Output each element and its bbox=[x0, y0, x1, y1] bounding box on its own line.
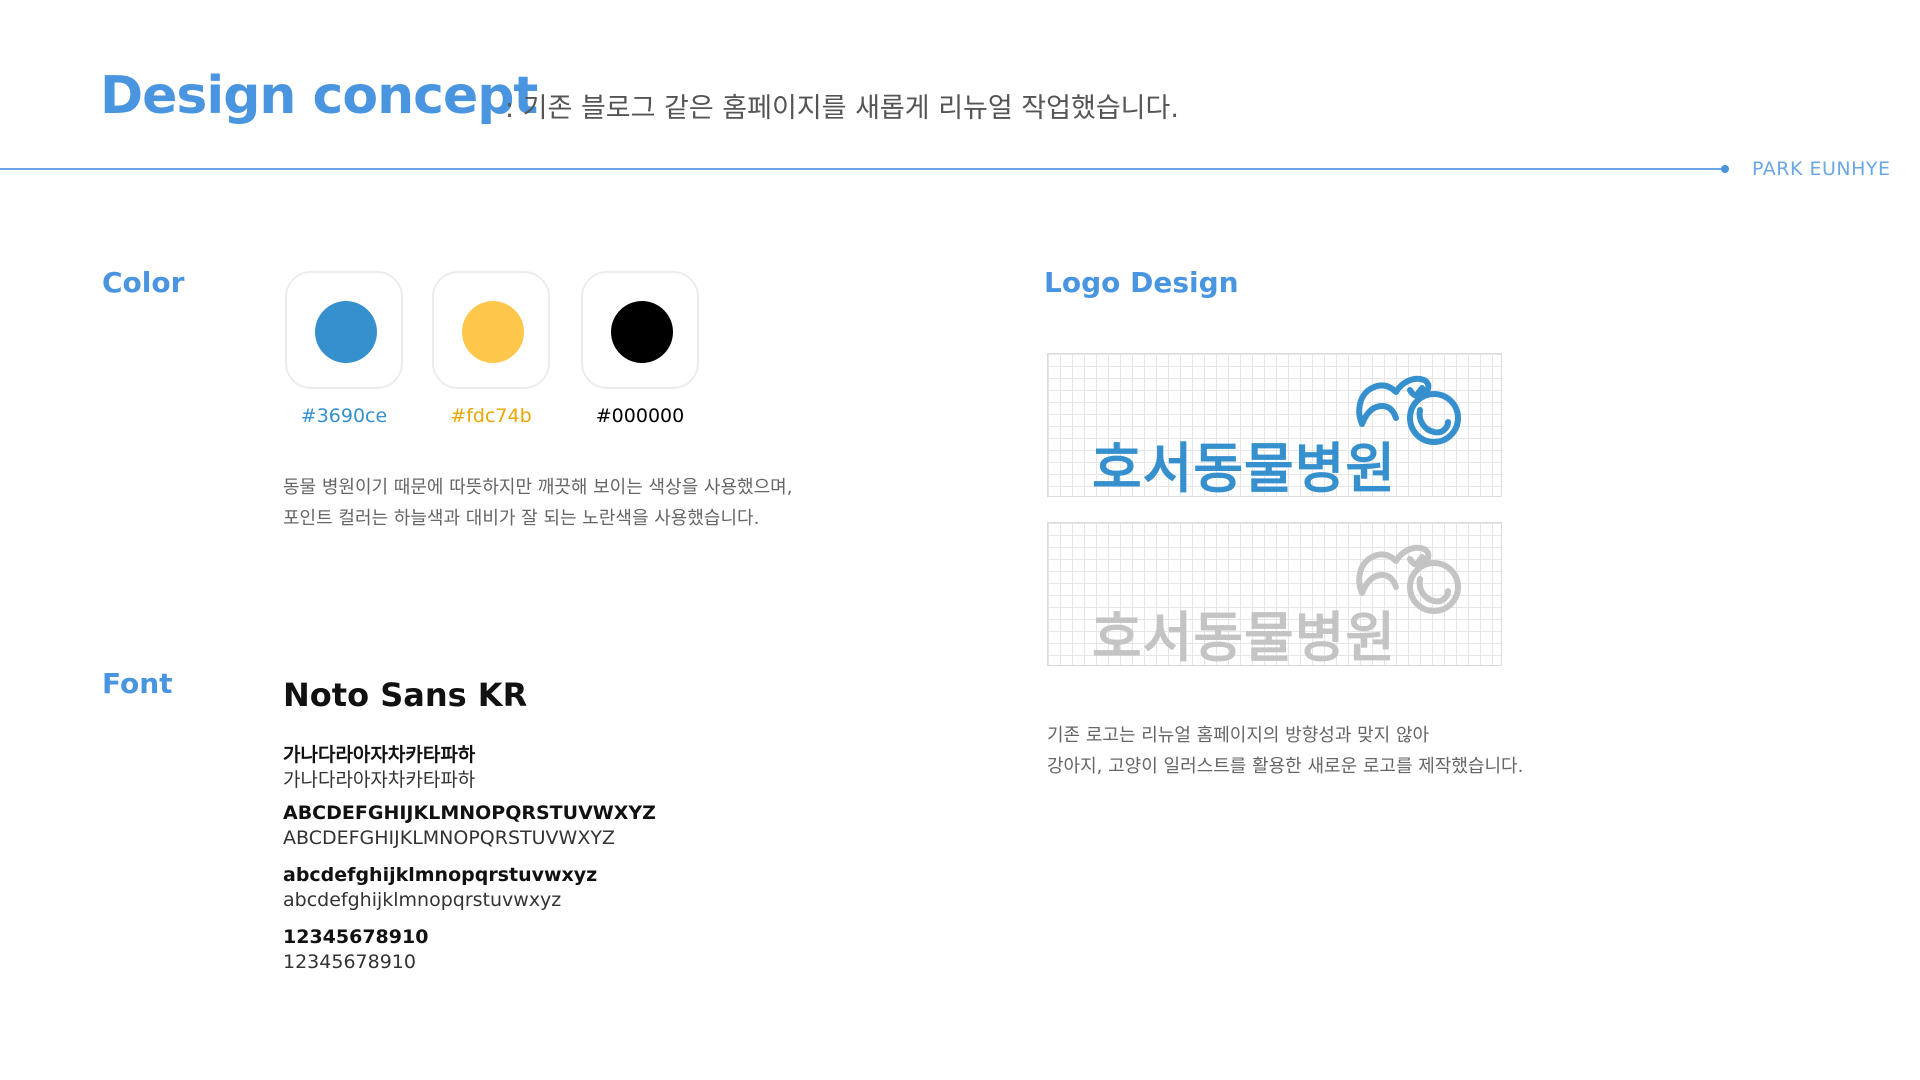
color-swatch-card bbox=[581, 271, 699, 389]
color-swatch-dot bbox=[462, 301, 524, 363]
divider-dot bbox=[1721, 165, 1729, 173]
color-description-line: 포인트 컬러는 하늘색과 대비가 잘 되는 노란색을 사용했습니다. bbox=[283, 508, 760, 529]
page-title: Design concept bbox=[100, 66, 538, 126]
font-sample-bold: ABCDEFGHIJKLMNOPQRSTUVWXYZ bbox=[283, 802, 656, 824]
logo-description-line: 강아지, 고양이 일러스트를 활용한 새로운 로고를 제작했습니다. bbox=[1047, 756, 1524, 777]
logo-description-line: 기존 로고는 리뉴얼 홈페이지의 방향성과 맞지 않아 bbox=[1047, 725, 1430, 746]
logo-description: 기존 로고는 리뉴얼 홈페이지의 방향성과 맞지 않아 강아지, 고양이 일러스… bbox=[1047, 720, 1523, 782]
color-swatch-dot bbox=[611, 301, 673, 363]
logo-gray-preview: 호서동물병원 bbox=[1047, 522, 1502, 666]
page-subtitle: : 기존 블로그 같은 홈페이지를 새롭게 리뉴얼 작업했습니다. bbox=[505, 93, 1179, 124]
color-hex-label: #000000 bbox=[595, 405, 685, 427]
color-swatch-card bbox=[432, 271, 550, 389]
font-sample-regular: 가나다라아자차카타파하 bbox=[283, 769, 476, 791]
color-hex-label: #3690ce bbox=[300, 405, 388, 427]
font-sample-regular: 12345678910 bbox=[283, 951, 416, 973]
color-description-line: 동물 병원이기 때문에 따뜻하지만 깨끗해 보이는 색상을 사용했으며, bbox=[283, 477, 793, 498]
font-sample-regular: abcdefghijklmnopqrstuvwxyz bbox=[283, 889, 562, 911]
logo-section-heading: Logo Design bbox=[1044, 266, 1239, 299]
font-sample-bold: 가나다라아자차카타파하 bbox=[283, 744, 476, 766]
font-sample-regular: ABCDEFGHIJKLMNOPQRSTUVWXYZ bbox=[283, 827, 615, 849]
font-family-name: Noto Sans KR bbox=[283, 676, 528, 714]
color-hex-label: #fdc74b bbox=[450, 405, 532, 427]
font-sample-bold: abcdefghijklmnopqrstuvwxyz bbox=[283, 864, 598, 886]
color-swatch-card bbox=[285, 271, 403, 389]
color-description: 동물 병원이기 때문에 따뜻하지만 깨끗해 보이는 색상을 사용했으며, 포인트… bbox=[283, 472, 792, 534]
color-swatch-dot bbox=[315, 301, 377, 363]
logo-wordmark: 호서동물병원 bbox=[1092, 606, 1397, 666]
header-divider bbox=[0, 168, 1727, 170]
dog-cat-outline-icon bbox=[1356, 544, 1461, 614]
logo-wordmark: 호서동물병원 bbox=[1092, 437, 1397, 497]
logo-color-preview: 호서동물병원 bbox=[1047, 353, 1502, 497]
author-name: PARK EUNHYE bbox=[1752, 158, 1891, 180]
font-section-heading: Font bbox=[102, 667, 173, 700]
dog-cat-outline-icon bbox=[1356, 375, 1461, 445]
color-section-heading: Color bbox=[102, 266, 185, 299]
font-sample-bold: 12345678910 bbox=[283, 926, 429, 948]
